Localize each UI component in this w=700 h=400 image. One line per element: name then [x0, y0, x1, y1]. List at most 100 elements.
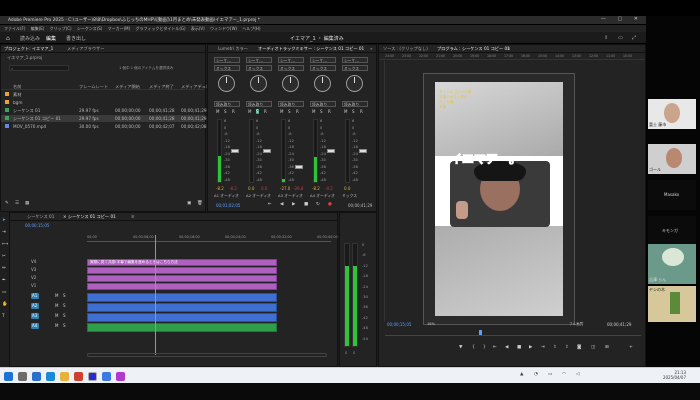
compare-icon[interactable]: ◫: [591, 345, 595, 350]
explorer-icon[interactable]: [60, 372, 69, 381]
menu-file[interactable]: ファイル(F): [4, 26, 25, 31]
battery-icon[interactable]: ▭: [548, 372, 552, 377]
track-mix-select[interactable]: ミックス: [310, 65, 336, 71]
col-rate[interactable]: フレームレート: [79, 84, 108, 90]
search-icon[interactable]: [18, 372, 27, 381]
volume-value[interactable]: 0.0: [344, 186, 350, 191]
participant-tile-6[interactable]: ヤシの木: [648, 286, 696, 322]
automation-mode-select[interactable]: 読み取り: [246, 101, 272, 107]
record-enable-button[interactable]: R: [360, 109, 363, 114]
premiere-taskbar-icon[interactable]: [88, 372, 97, 381]
mute-button[interactable]: M: [248, 109, 251, 114]
volume-value[interactable]: -27.0: [280, 186, 290, 191]
project-row[interactable]: シーケンス 01 コピー 01 29.97 fps 00;00;00;00 00;00…: [1, 115, 207, 122]
resolution-select[interactable]: フル画質: [569, 322, 583, 327]
video-frame[interactable]: タイトルゴシック体 字幕テキスト表示 ガイド線 字幕 イエマアー。: [435, 82, 563, 316]
marker-icon[interactable]: ▼: [459, 345, 462, 350]
audio-track-header[interactable]: A4: [32, 323, 37, 328]
volume-fader[interactable]: [231, 149, 239, 153]
play-icon[interactable]: ▶: [292, 202, 295, 207]
pan-knob[interactable]: [346, 75, 363, 92]
mute-button[interactable]: M: [216, 109, 219, 114]
add-button-icon[interactable]: +: [629, 345, 633, 350]
tab-sequence-01[interactable]: シーケンス 01: [27, 214, 54, 220]
type-tool-icon[interactable]: T: [2, 314, 5, 319]
audio-clip[interactable]: [87, 293, 277, 302]
menu-graphics[interactable]: グラフィックとタイトル(G): [135, 26, 185, 31]
audio-track-header[interactable]: A1: [32, 293, 37, 298]
participant-tile-3[interactable]: Masako: [648, 180, 696, 210]
track-mix-select[interactable]: ミックス: [278, 65, 304, 71]
app-taskbar-icon[interactable]: [116, 372, 125, 381]
go-to-in-icon[interactable]: ⇤: [268, 202, 272, 207]
program-playhead[interactable]: [479, 330, 482, 335]
window-controls[interactable]: — ▢ ✕: [601, 16, 643, 22]
pencil-icon[interactable]: ✎: [5, 201, 9, 206]
track-mix-select[interactable]: ミックス: [214, 65, 240, 71]
project-row[interactable]: bgm: [1, 99, 205, 106]
solo-button[interactable]: S: [288, 109, 291, 114]
go-to-in-icon[interactable]: ⇤: [493, 345, 497, 350]
track-output-select[interactable]: シーケ...: [246, 57, 272, 63]
razor-tool-icon[interactable]: ✂: [2, 254, 6, 259]
record-enable-button[interactable]: R: [232, 109, 235, 114]
volume-value[interactable]: -8.2: [312, 186, 320, 191]
track-output-select[interactable]: シーケ...: [214, 57, 240, 63]
record-enable-button[interactable]: R: [264, 109, 267, 114]
project-row[interactable]: MOV_0570.mp4 30.00 fps 00;00;00;00 00;00;42…: [1, 123, 207, 130]
record-icon[interactable]: ●: [328, 202, 332, 207]
tab-media-browser[interactable]: メディアブラウザー: [67, 46, 104, 52]
mark-out-icon[interactable]: }: [483, 345, 486, 350]
windows-start-icon[interactable]: [4, 372, 13, 381]
mute-button[interactable]: M: [55, 303, 58, 308]
task-view-icon[interactable]: [32, 372, 41, 381]
camera-icon[interactable]: ◙: [577, 345, 581, 350]
track-select-icon[interactable]: ⇥: [2, 230, 6, 235]
rectangle-tool-icon[interactable]: ▭: [2, 290, 6, 295]
button-editor-icon[interactable]: ⊞: [605, 345, 609, 350]
edge-icon[interactable]: [46, 372, 55, 381]
audio-clip[interactable]: [87, 303, 277, 312]
participant-tile-4[interactable]: キモンガ: [648, 216, 696, 246]
list-view-icon[interactable]: ☰: [15, 201, 19, 206]
loop-icon[interactable]: ↻: [316, 202, 320, 207]
automation-mode-select[interactable]: 読み取り: [214, 101, 240, 107]
expand-icon[interactable]: ⤢: [632, 35, 636, 41]
project-row[interactable]: 素材: [1, 91, 205, 98]
mute-button[interactable]: M: [55, 313, 58, 318]
ripple-edit-icon[interactable]: ⟷: [2, 242, 8, 247]
volume-value[interactable]: -8.2: [216, 186, 224, 191]
col-end[interactable]: メディア終了: [149, 84, 174, 90]
volume-fader[interactable]: [263, 149, 271, 153]
mixer-timecode-left[interactable]: 00;01;02;05: [216, 203, 240, 208]
participant-tile-5[interactable]: 吉澤 らん: [648, 244, 696, 284]
video-clip[interactable]: 実際に見て共感!字幕で編集を進めるときはこちら方法: [87, 259, 277, 266]
timeline-scrollbar[interactable]: [87, 353, 327, 357]
zoom-level[interactable]: 16%: [427, 322, 435, 326]
clock[interactable]: 21:13 2025/04/07: [663, 370, 686, 380]
menu-edit[interactable]: 編集(E): [31, 26, 45, 31]
mute-button[interactable]: M: [55, 293, 58, 298]
track-mix-select[interactable]: ミックス: [246, 65, 272, 71]
menu-marker[interactable]: マーカー(M): [108, 26, 131, 31]
video-clip[interactable]: [87, 267, 277, 274]
pen-tool-icon[interactable]: ✒: [2, 278, 6, 283]
track-output-select[interactable]: シーケ...: [278, 57, 304, 63]
step-forward-icon[interactable]: ▶: [529, 345, 532, 350]
extract-icon[interactable]: ⇪: [565, 345, 569, 350]
timeline-menu-icon[interactable]: ≡: [131, 214, 135, 219]
mute-button[interactable]: M: [280, 109, 283, 114]
pan-knob[interactable]: [282, 75, 299, 92]
more-tabs-icon[interactable]: »: [370, 46, 373, 51]
volume-fader[interactable]: [359, 149, 367, 153]
solo-button[interactable]: S: [256, 109, 259, 114]
video-track-header[interactable]: V1: [31, 283, 36, 288]
track-output-select[interactable]: シーケ...: [310, 57, 336, 63]
automation-mode-select[interactable]: 読み取り: [310, 101, 336, 107]
grid-view-icon[interactable]: ▦: [25, 201, 29, 206]
chrome-icon[interactable]: [74, 372, 83, 381]
automation-mode-select[interactable]: 読み取り: [278, 101, 304, 107]
audio-clip[interactable]: [87, 323, 277, 332]
pan-knob[interactable]: [250, 75, 267, 92]
hand-tool-icon[interactable]: ✋: [2, 302, 8, 307]
